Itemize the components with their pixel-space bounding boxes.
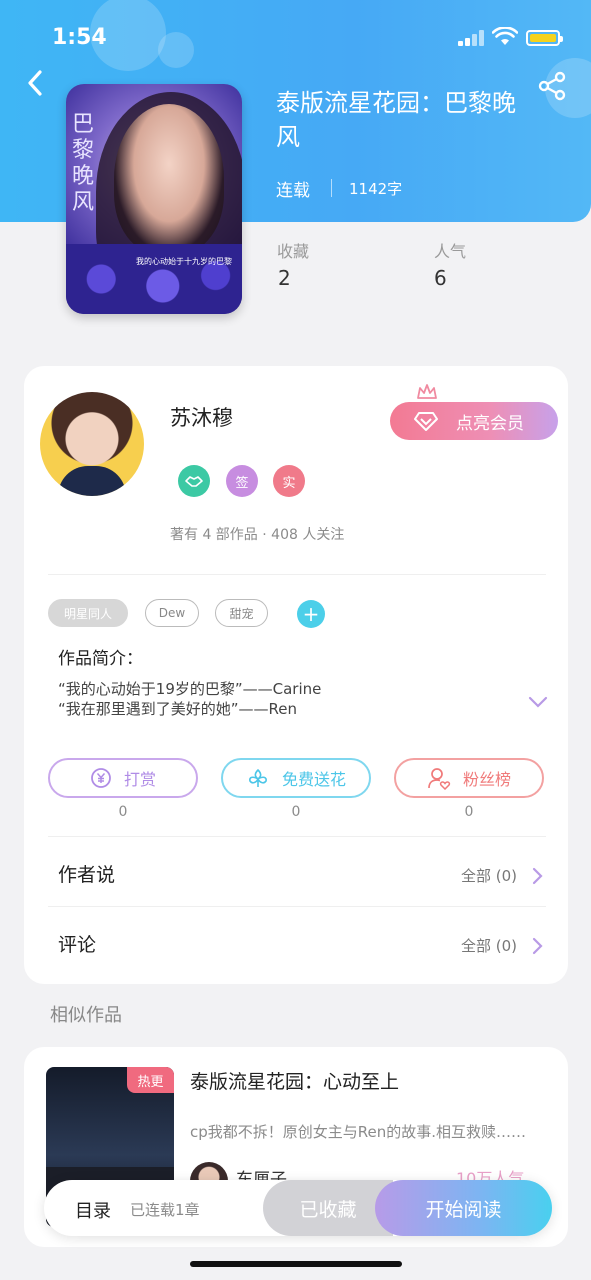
fan-person-icon <box>428 768 451 790</box>
book-title: 泰版流星花园：巴黎晚风 <box>276 89 516 151</box>
divider <box>48 836 546 837</box>
diamond-icon <box>414 412 438 431</box>
divider <box>48 906 546 907</box>
share-icon[interactable] <box>536 70 568 102</box>
cover-title: 巴黎晚风 <box>72 112 95 215</box>
author-card: 苏沐穆 点亮会员 签 实 著有 4 部作品 · 408 人关注 明星同人 Dew… <box>24 366 568 984</box>
book-cover[interactable]: 巴黎晚风 我的心动始于十九岁的巴黎 <box>66 84 242 314</box>
handshake-icon <box>178 465 210 497</box>
stat-label-favorites: 收藏 <box>277 242 310 261</box>
divider <box>331 179 332 197</box>
flower-count: 0 <box>291 804 301 820</box>
reward-label: 打赏 <box>123 770 156 789</box>
tag[interactable]: 甜宠 <box>215 599 268 627</box>
flower-icon <box>249 769 267 787</box>
similar-works-label: 相似作品 <box>50 1005 122 1026</box>
send-flower-button[interactable]: 免费送花 <box>221 758 371 798</box>
book-status: 连载 <box>276 181 310 201</box>
stat-value-popularity: 6 <box>434 266 447 290</box>
status-time: 1:54 <box>52 25 107 50</box>
start-reading-button[interactable]: 开始阅读 <box>375 1180 552 1236</box>
wifi-icon <box>492 27 518 45</box>
chevron-right-icon[interactable] <box>530 866 544 886</box>
add-tag-button[interactable]: + <box>297 600 325 628</box>
author-says-label[interactable]: 作者说 <box>58 860 115 887</box>
reward-count: 0 <box>118 804 128 820</box>
tag[interactable]: 明星同人 <box>48 599 128 627</box>
author-name[interactable]: 苏沐穆 <box>170 402 233 432</box>
author-meta: 著有 4 部作品 · 408 人关注 <box>170 527 345 543</box>
intro-line: “我的心动始于19岁的巴黎”——Carine <box>58 680 322 698</box>
stat-value-favorites: 2 <box>278 266 291 290</box>
word-count: 1142字 <box>349 180 403 198</box>
similar-book-desc: cp我都不拆！原创女主与Ren的故事.相互救赎…… <box>190 1123 527 1141</box>
real-badge: 实 <box>273 465 305 497</box>
cover-face <box>114 104 224 254</box>
vip-button[interactable]: 点亮会员 <box>390 402 558 440</box>
cover-caption: 我的心动始于十九岁的巴黎 <box>136 257 232 266</box>
home-indicator <box>190 1261 402 1267</box>
vip-button-label: 点亮会员 <box>456 413 524 434</box>
author-says-all[interactable]: 全部 (0) <box>461 865 517 886</box>
sign-badge: 签 <box>226 465 258 497</box>
decor-bubble <box>158 32 194 68</box>
cover-flowers <box>66 244 242 314</box>
comments-all[interactable]: 全部 (0) <box>461 935 517 956</box>
intro-label: 作品简介： <box>58 649 143 669</box>
chevron-right-icon[interactable] <box>530 936 544 956</box>
divider <box>48 574 546 575</box>
chapter-count: 已连载1章 <box>130 1201 200 1219</box>
battery-icon <box>526 30 563 46</box>
collected-button[interactable]: 已收藏 <box>263 1180 393 1236</box>
bottom-action-bar: 目录 已连载1章 已收藏 开始阅读 <box>44 1180 552 1236</box>
intro-line: “我在那里遇到了美好的她”——Ren <box>58 700 298 718</box>
cellular-signal-icon <box>458 30 486 46</box>
similar-book-title[interactable]: 泰版流星花园：心动至上 <box>190 1067 399 1094</box>
chevron-down-icon[interactable] <box>527 694 549 710</box>
fan-rank-label: 粉丝榜 <box>462 770 511 789</box>
fan-count: 0 <box>464 804 474 820</box>
comments-label[interactable]: 评论 <box>58 930 96 957</box>
stat-label-popularity: 人气 <box>434 242 467 261</box>
crown-icon <box>417 384 437 399</box>
reward-button[interactable]: 打赏 <box>48 758 198 798</box>
fan-rank-button[interactable]: 粉丝榜 <box>394 758 544 798</box>
back-icon[interactable] <box>22 68 48 98</box>
author-avatar[interactable] <box>40 392 144 496</box>
yen-coin-icon <box>91 768 111 788</box>
hot-badge: 热更 <box>127 1067 174 1093</box>
toc-button[interactable]: 目录 <box>75 1197 111 1223</box>
send-flower-label: 免费送花 <box>281 770 346 789</box>
tag[interactable]: Dew <box>145 599 199 627</box>
